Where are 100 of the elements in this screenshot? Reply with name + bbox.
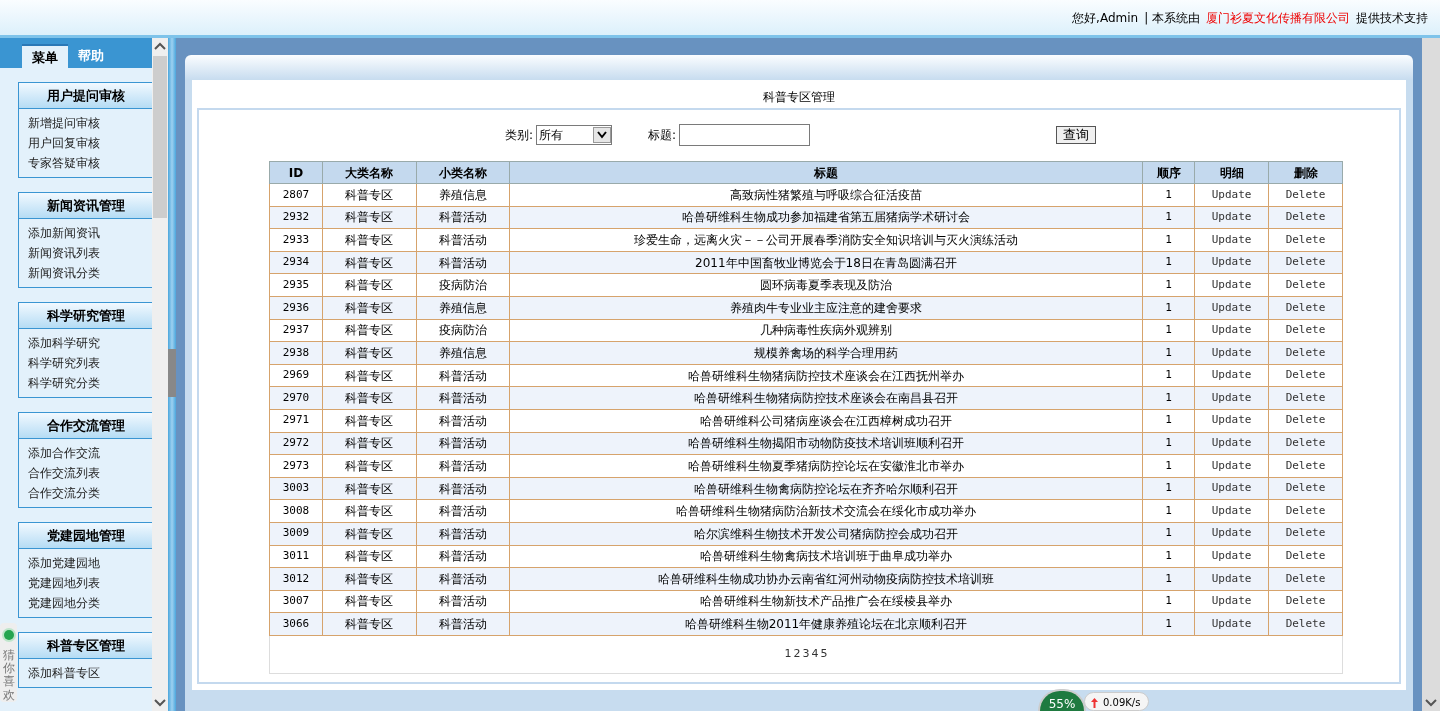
menu-item[interactable]: 新闻资讯列表: [28, 243, 152, 263]
order-cell: 1: [1142, 273, 1195, 297]
table-cell: 科普活动: [416, 590, 510, 613]
column-header: 明细: [1194, 161, 1269, 184]
title-cell: 哈兽研维科生物新技术产品推广会在绥棱县举办: [509, 590, 1143, 613]
id-cell: 2973: [269, 454, 323, 478]
page-title: 科普专区管理: [762, 89, 836, 106]
status-dot-icon: [3, 630, 14, 640]
company-link[interactable]: 厦门衫夏文化传播有限公司: [1206, 8, 1350, 27]
menu-group-header[interactable]: 科普专区管理: [19, 633, 152, 659]
filter-label: 类别:: [505, 127, 534, 144]
title-cell: 哈兽研维科生物成功参加福建省第五届猪病学术研讨会: [509, 206, 1143, 229]
page-link[interactable]: 5: [820, 646, 828, 660]
title-cell: 哈兽研维科生物夏季猪病防控论坛在安徽淮北市举办: [509, 454, 1143, 478]
column-header: ID: [269, 161, 323, 184]
id-cell: 2936: [269, 296, 323, 320]
order-cell: 1: [1142, 454, 1195, 478]
table-cell: 科普专区: [322, 409, 417, 433]
menu-group-header[interactable]: 新闻资讯管理: [19, 193, 152, 219]
order-cell: 1: [1142, 409, 1195, 433]
order-cell: 1: [1142, 499, 1195, 523]
table-cell: 科普活动: [416, 454, 510, 478]
title-cell: 哈兽研维科生物禽病技术培训班于曲阜成功举办: [509, 545, 1143, 568]
id-cell: 2937: [269, 319, 323, 342]
table-cell: 科普活动: [416, 545, 510, 568]
page-link[interactable]: 1: [784, 646, 792, 660]
recommend-widget[interactable]: 猜你喜欢: [0, 623, 17, 702]
menu-item[interactable]: 添加科学研究: [28, 333, 152, 353]
table-cell: 科普专区: [322, 590, 417, 613]
id-cell: 3012: [269, 567, 323, 591]
title-cell: 哈尔滨维科生物技术开发公司猪病防控会成功召开: [509, 522, 1143, 545]
scrollbar-thumb[interactable]: [153, 56, 167, 218]
menu-item[interactable]: 添加党建园地: [28, 553, 152, 573]
order-cell: 1: [1142, 228, 1195, 252]
title-cell: 哈兽研维科生物猪病防治新技术交流会在绥化市成功举办: [509, 499, 1143, 523]
order-cell: 1: [1142, 545, 1195, 568]
page-link[interactable]: 3: [802, 646, 810, 660]
menu-group-header[interactable]: 党建园地管理: [19, 523, 152, 549]
dropdown-icon[interactable]: [593, 127, 612, 143]
menu-item[interactable]: 新闻资讯分类: [28, 263, 152, 283]
id-cell: 3009: [269, 522, 323, 545]
menu-group-header[interactable]: 合作交流管理: [19, 413, 152, 439]
support-text: | 本系统由: [1144, 9, 1200, 27]
table-cell: 科普活动: [416, 228, 510, 252]
id-cell: 2972: [269, 432, 323, 455]
support-text: 提供技术支持: [1356, 9, 1428, 27]
title-cell: 哈兽研维科生物禽病防控论坛在齐齐哈尔顺利召开: [509, 477, 1143, 500]
title-cell: 珍爱生命，远离火灾－－公司开展春季消防安全知识培训与灭火演练活动: [509, 228, 1143, 252]
menu-item[interactable]: 党建园地列表: [28, 573, 152, 593]
category-select[interactable]: 所有: [536, 125, 613, 145]
id-cell: 3008: [269, 499, 323, 523]
title-input[interactable]: [679, 124, 811, 146]
title-cell: 哈兽研维科生物揭阳市动物防疫技术培训班顺利召开: [509, 432, 1143, 455]
menu-item[interactable]: 合作交流列表: [28, 463, 152, 483]
column-header: 小类名称: [416, 161, 510, 184]
id-cell: 2970: [269, 386, 323, 410]
table-cell: 疫病防治: [416, 273, 510, 297]
table-cell: 科普专区: [322, 228, 417, 252]
column-header: 标题: [509, 161, 1143, 184]
table-cell: 科普专区: [322, 319, 417, 342]
id-cell: 3007: [269, 590, 323, 613]
title-cell: 圆环病毒夏季表现及防治: [509, 273, 1143, 297]
table-cell: 科普活动: [416, 409, 510, 433]
id-cell: 2969: [269, 364, 323, 387]
menu-item[interactable]: 添加合作交流: [28, 443, 152, 463]
menu-item[interactable]: 科学研究列表: [28, 353, 152, 373]
menu-item[interactable]: 科学研究分类: [28, 373, 152, 393]
menu-group-header[interactable]: 用户提问审核: [19, 83, 152, 109]
menu-item[interactable]: 专家答疑审核: [28, 153, 152, 173]
id-cell: 3003: [269, 477, 323, 500]
id-cell: 2932: [269, 206, 323, 229]
menu-group-header[interactable]: 科学研究管理: [19, 303, 152, 329]
table-cell: 疫病防治: [416, 319, 510, 342]
column-header: 大类名称: [322, 161, 417, 184]
table-cell: 科普活动: [416, 499, 510, 523]
page-link[interactable]: 4: [811, 646, 819, 660]
sidebar-tab[interactable]: 菜单: [22, 44, 68, 68]
menu-item[interactable]: 用户回复审核: [28, 133, 152, 153]
page-link[interactable]: 2: [793, 646, 801, 660]
scrollbar[interactable]: [152, 38, 168, 711]
menu-item[interactable]: 新增提问审核: [28, 113, 152, 133]
greeting-text: 您好,Admin: [1072, 9, 1139, 27]
menu-item[interactable]: 添加新闻资讯: [28, 223, 152, 243]
id-cell: 2807: [269, 183, 323, 207]
menu-item[interactable]: 合作交流分类: [28, 483, 152, 503]
search-button[interactable]: 查询: [1056, 126, 1097, 144]
network-speed: 0.09K/s: [1084, 692, 1150, 711]
id-cell: 2938: [269, 341, 323, 365]
title-cell: 养殖肉牛专业业主应注意的建舍要求: [509, 296, 1143, 320]
menu-item[interactable]: 添加科普专区: [28, 663, 152, 683]
upload-arrow-icon: [1091, 697, 1098, 708]
filter-label: 标题:: [648, 127, 677, 144]
scrollbar[interactable]: [1422, 38, 1440, 711]
order-cell: 1: [1142, 183, 1195, 207]
id-cell: 2933: [269, 228, 323, 252]
id-cell: 2934: [269, 251, 323, 274]
collapse-handle[interactable]: [168, 349, 176, 397]
menu-item[interactable]: 党建园地分类: [28, 593, 152, 613]
table-cell: 科普专区: [322, 273, 417, 297]
title-cell: 哈兽研维科生物猪病防控技术座谈会在江西抚州举办: [509, 364, 1143, 387]
